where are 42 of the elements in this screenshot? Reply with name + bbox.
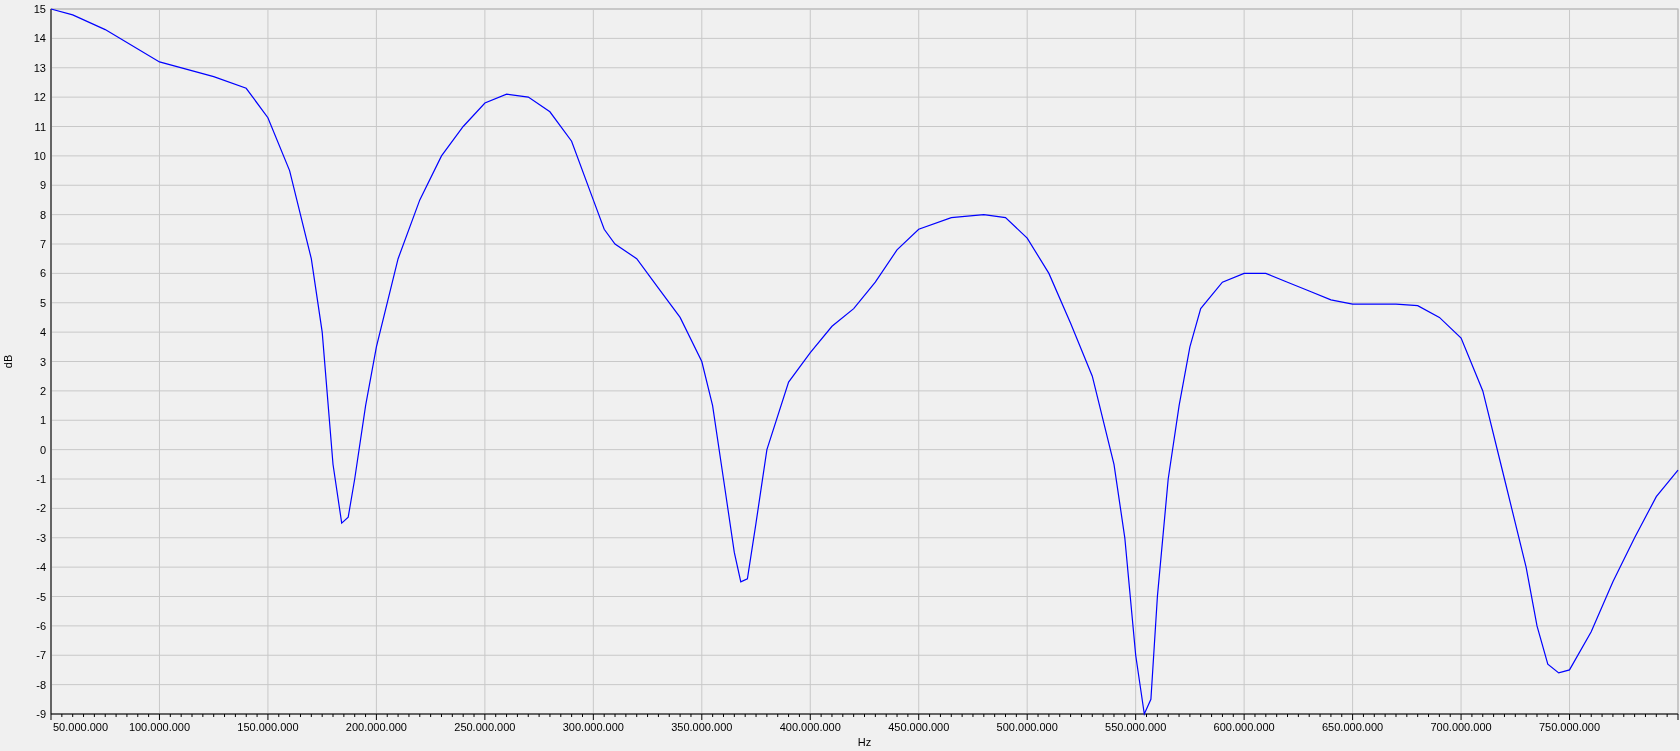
- x-tick-label: 350.000.000: [671, 721, 733, 733]
- y-tick-label: 5: [39, 296, 46, 309]
- x-tick-label: 400.000.000: [779, 721, 841, 733]
- x-tick-label: 650.000.000: [1322, 721, 1384, 733]
- x-tick-label: 50.000.000: [53, 721, 109, 733]
- y-tick-label: 13: [33, 61, 46, 74]
- y-tick-label: 6: [39, 267, 46, 280]
- y-tick-label: 15: [33, 3, 46, 15]
- x-tick-label: 300.000.000: [562, 721, 624, 733]
- y-tick-label: -7: [36, 649, 46, 662]
- x-tick-label: 750.000.000: [1538, 721, 1601, 733]
- x-tick-label: 550.000.000: [1105, 721, 1167, 733]
- x-tick-label: 450.000.000: [888, 721, 950, 733]
- x-tick-label: 500.000.000: [996, 721, 1058, 733]
- y-tick-label: -2: [36, 502, 46, 515]
- x-tick-label: 600.000.000: [1213, 721, 1275, 733]
- y-tick-label: 4: [39, 326, 46, 339]
- y-tick-label: 3: [39, 355, 46, 368]
- y-tick-label: -3: [36, 531, 46, 544]
- x-tick-label: 250.000.000: [454, 721, 516, 733]
- y-tick-label: -4: [36, 561, 46, 574]
- x-tick-label: 700.000.000: [1430, 721, 1492, 733]
- x-tick-label: 150.000.000: [237, 721, 299, 733]
- y-tick-label: 11: [34, 120, 46, 133]
- y-tick-label: 7: [39, 238, 46, 250]
- y-tick-label: -9: [36, 708, 46, 720]
- y-tick-label: 2: [39, 384, 46, 397]
- y-tick-label: 14: [33, 32, 46, 45]
- y-tick-label: 9: [39, 179, 46, 192]
- y-tick-label: -6: [36, 619, 46, 632]
- y-tick-label: -1: [36, 473, 46, 485]
- x-tick-label: 200.000.000: [345, 721, 407, 733]
- y-tick-label: -8: [36, 678, 46, 691]
- y-tick-label: 8: [39, 208, 46, 221]
- y-tick-label: 12: [33, 91, 46, 104]
- x-tick-label: 100.000.000: [128, 721, 191, 733]
- y-axis-label: dB: [2, 354, 14, 369]
- x-axis-label: Hz: [857, 736, 872, 748]
- y-tick-label: 0: [39, 443, 46, 456]
- y-tick-label: 1: [39, 414, 46, 427]
- y-tick-label: -5: [36, 590, 46, 603]
- y-tick-label: 10: [33, 149, 46, 162]
